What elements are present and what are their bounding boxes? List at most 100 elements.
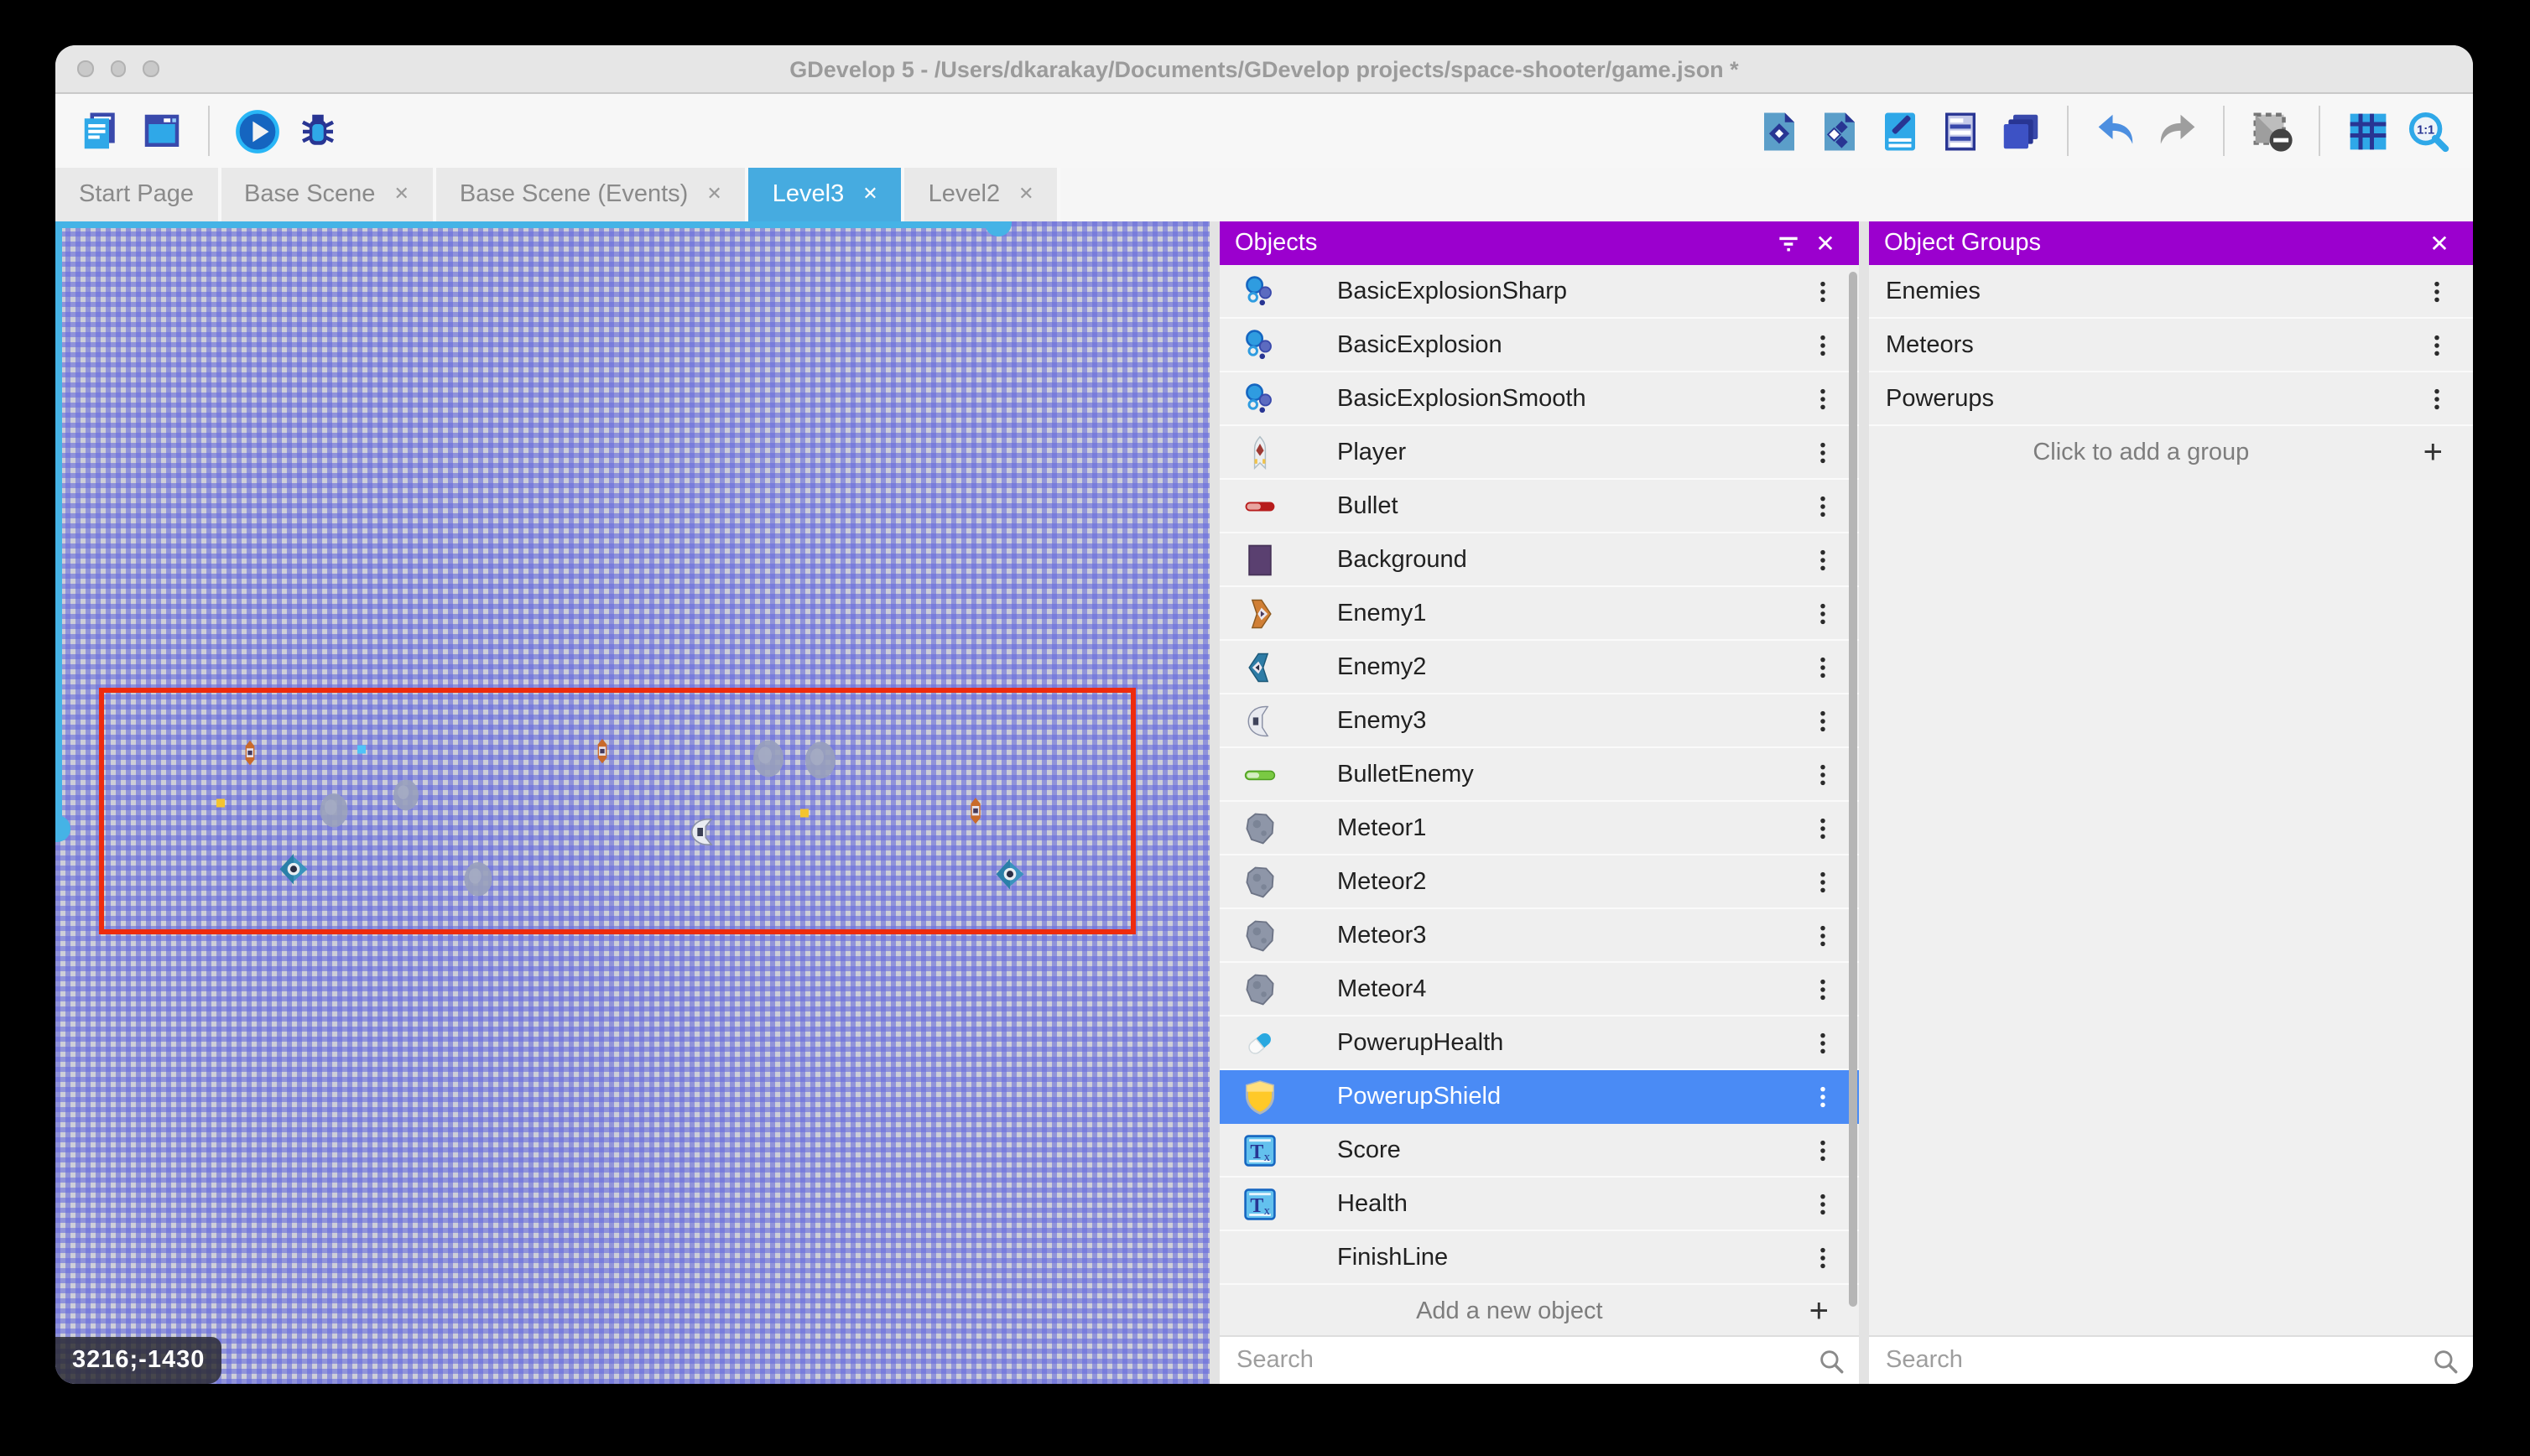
tab-close-icon[interactable]: ✕ [1018,185,1033,204]
object-menu-icon[interactable] [1809,1078,1835,1115]
sprite-enemy1[interactable] [589,736,616,766]
group-row[interactable]: Meteors [1869,319,2473,372]
group-row[interactable]: Powerups [1869,372,2473,426]
editor-tab[interactable]: Base Scene (Events) ✕ [436,168,749,221]
debug-button[interactable] [292,106,342,156]
object-row[interactable]: PowerupShield [1220,1070,1859,1124]
project-manager-button[interactable] [75,106,126,156]
object-row[interactable]: Meteor2 [1220,855,1859,909]
object-row[interactable]: Enemy1 [1220,587,1859,641]
group-menu-icon[interactable] [2423,273,2449,309]
object-menu-icon[interactable] [1809,1239,1835,1276]
sprite-meteor[interactable] [748,736,789,781]
canvas-vertical-scrollbar[interactable] [55,221,61,835]
sprite-powerup-cyan[interactable] [357,745,366,754]
object-row[interactable]: Tx Score [1220,1124,1859,1178]
filter-icon[interactable] [1770,225,1807,262]
object-menu-icon[interactable] [1809,702,1835,739]
objects-search-input[interactable] [1220,1347,1859,1374]
zoom-1-1-button[interactable]: 1:1 [2402,106,2453,156]
sprite-enemy1[interactable] [237,738,263,767]
objects-list-scroll-thumb[interactable] [1849,272,1857,1308]
object-menu-icon[interactable] [1809,756,1835,793]
open-layers-panel-button[interactable] [1995,106,2045,156]
sprite-enemy1[interactable] [961,795,990,826]
object-row[interactable]: PowerupHealth [1220,1017,1859,1070]
scene-editor-canvas[interactable]: 3216;-1430 [55,221,1210,1384]
object-menu-icon[interactable] [1809,1185,1835,1222]
sprite-enemy3[interactable] [686,814,720,850]
add-object-row[interactable]: Add a new object + [1220,1285,1859,1335]
object-menu-icon[interactable] [1809,970,1835,1007]
object-row[interactable]: Bullet [1220,480,1859,533]
object-row[interactable]: Meteor4 [1220,963,1859,1017]
object-row[interactable]: Meteor1 [1220,802,1859,855]
particle-emitter-icon [1242,326,1278,363]
object-row[interactable]: BulletEnemy [1220,748,1859,802]
sprite-meteor[interactable] [460,859,497,899]
open-properties-panel-button[interactable] [1874,106,1924,156]
object-menu-icon[interactable] [1809,541,1835,578]
tab-close-icon[interactable]: ✕ [393,185,409,204]
group-menu-icon[interactable] [2423,380,2449,417]
object-row[interactable]: Background [1220,533,1859,587]
object-menu-icon[interactable] [1809,380,1835,417]
tab-close-icon[interactable]: ✕ [706,185,721,204]
sprite-enemy2[interactable] [992,854,1028,894]
editor-tab[interactable]: Level2 ✕ [905,168,1061,221]
object-menu-icon[interactable] [1809,434,1835,471]
preview-play-button[interactable] [232,106,282,156]
editor-tab[interactable]: Level3 ✕ [749,168,905,221]
object-row[interactable]: Enemy3 [1220,694,1859,748]
open-instances-list-button[interactable] [1934,106,1985,156]
plus-icon[interactable]: + [2413,434,2453,471]
object-menu-icon[interactable] [1809,809,1835,846]
group-menu-icon[interactable] [2423,326,2449,363]
object-menu-icon[interactable] [1809,1024,1835,1061]
object-row[interactable]: Player [1220,426,1859,480]
objects-list-scrollbar[interactable] [1849,272,1857,1329]
undo-button[interactable] [2090,106,2141,156]
object-row[interactable]: BasicExplosionSharp [1220,265,1859,319]
groups-search-input[interactable] [1869,1347,2473,1374]
sprite-meteor[interactable] [389,777,423,814]
sprite-powerup-yellow[interactable] [216,798,225,808]
group-row[interactable]: Enemies [1869,265,2473,319]
add-group-row[interactable]: Click to add a group + [1869,426,2473,480]
object-menu-icon[interactable] [1809,326,1835,363]
toggle-grid-button[interactable] [2342,106,2392,156]
open-object-groups-panel-button[interactable] [1814,106,1864,156]
object-menu-icon[interactable] [1809,595,1835,632]
object-menu-icon[interactable] [1809,273,1835,309]
object-row[interactable]: Meteor3 [1220,909,1859,963]
sprite-enemy2[interactable] [275,849,312,889]
sprite-meteor[interactable] [800,738,841,783]
object-row[interactable]: BasicExplosionSmooth [1220,372,1859,426]
start-page-button[interactable] [136,106,186,156]
object-menu-icon[interactable] [1809,917,1835,954]
object-row[interactable]: FinishLine [1220,1231,1859,1285]
canvas-horizontal-scroll-handle[interactable] [985,221,1012,237]
close-icon[interactable]: ✕ [1807,225,1844,262]
object-row[interactable]: Enemy2 [1220,641,1859,694]
canvas-vertical-scroll-handle[interactable] [55,815,70,842]
plus-icon[interactable]: + [1799,1293,1839,1330]
objects-search-bar [1220,1335,1859,1384]
sprite-meteor[interactable] [315,790,352,830]
open-objects-panel-button[interactable] [1753,106,1804,156]
object-row[interactable]: BasicExplosion [1220,319,1859,372]
editor-tab[interactable]: Base Scene ✕ [221,168,436,221]
editor-tab[interactable]: Start Page [55,168,221,221]
object-row[interactable]: Tx Health [1220,1178,1859,1231]
object-menu-icon[interactable] [1809,1131,1835,1168]
canvas-horizontal-scrollbar[interactable] [55,221,1005,227]
close-icon[interactable]: ✕ [2421,225,2458,262]
toggle-window-mask-button[interactable] [2246,106,2297,156]
object-menu-icon[interactable] [1809,863,1835,900]
sprite-powerup-yellow[interactable] [800,809,809,818]
object-menu-icon[interactable] [1809,648,1835,685]
redo-button[interactable] [2151,106,2201,156]
tab-close-icon[interactable]: ✕ [862,185,877,204]
object-menu-icon[interactable] [1809,487,1835,524]
object-name: FinishLine [1337,1244,1448,1271]
